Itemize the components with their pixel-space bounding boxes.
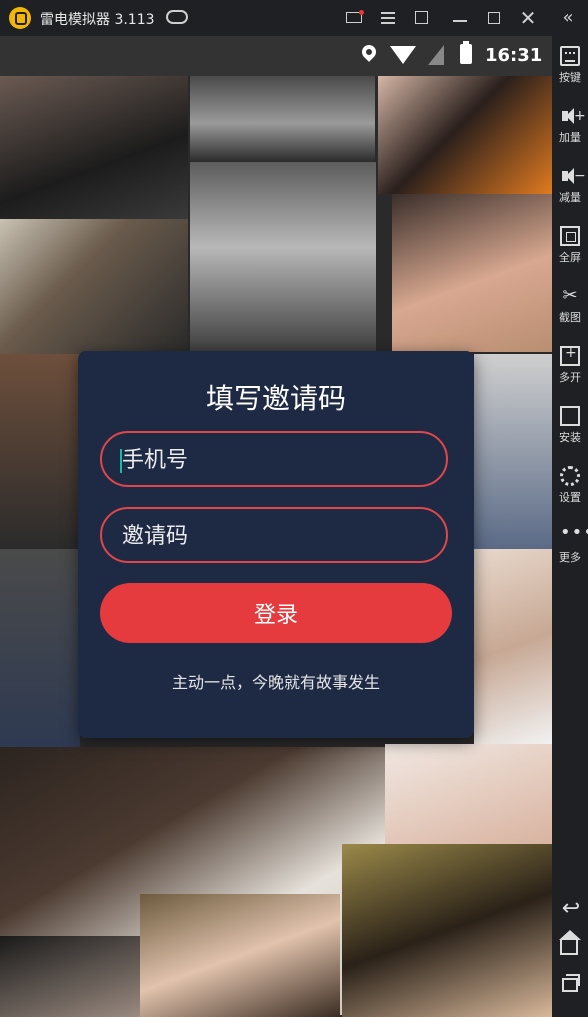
- slogan-text: 主动一点，今晚就有故事发生: [171, 673, 380, 692]
- sidebar-item-more[interactable]: ••• 更多: [552, 522, 588, 565]
- apk-install-icon: [560, 406, 580, 426]
- sidebar-item-label: 设置: [559, 491, 581, 504]
- status-time: 16:31: [485, 45, 543, 66]
- wifi-icon: [390, 46, 416, 64]
- sidebar-item-label: 加量: [559, 131, 581, 144]
- back-icon[interactable]: ↩: [560, 898, 582, 920]
- sidebar-item-label: 全屏: [559, 251, 581, 264]
- recent-apps-icon[interactable]: [562, 974, 580, 992]
- emulator-sidebar: 按键 + 加量 − 减量 全屏 ✂ 截图 多开 安装 设置 ••• 更多 ↩: [552, 36, 588, 1017]
- sidebar-item-label: 截图: [559, 311, 581, 324]
- login-button[interactable]: 登录: [100, 583, 452, 643]
- photo-tile: [385, 744, 552, 844]
- dialog-title: 填写邀请码: [205, 382, 346, 415]
- sidebar-item-volume-down[interactable]: − 减量: [552, 166, 588, 205]
- sidebar-item-label: 安装: [559, 431, 581, 444]
- sidebar-item-label: 多开: [559, 371, 581, 384]
- photo-tile: [0, 76, 188, 219]
- photo-tile: [190, 162, 376, 352]
- mail-icon[interactable]: [344, 8, 364, 28]
- collapse-icon[interactable]: «: [558, 8, 578, 28]
- invite-code-field[interactable]: [100, 507, 448, 563]
- photo-tile: [392, 194, 552, 352]
- photo-tile: [140, 894, 340, 1017]
- sidebar-item-settings[interactable]: 设置: [552, 466, 588, 505]
- photo-tile: [0, 219, 188, 354]
- photo-tile: [0, 549, 80, 747]
- signal-icon: [428, 45, 444, 65]
- sidebar-item-label: 按键: [559, 71, 581, 84]
- volume-down-icon: −: [560, 166, 586, 186]
- close-icon[interactable]: ✕: [518, 8, 538, 28]
- photo-tile: [474, 549, 552, 744]
- sidebar-item-fullscreen[interactable]: 全屏: [552, 226, 588, 265]
- logo-icon: [9, 7, 31, 29]
- battery-icon: [460, 41, 472, 64]
- photo-tile: [378, 76, 552, 194]
- menu-icon[interactable]: [378, 8, 398, 28]
- photo-tile: [0, 936, 140, 1017]
- minimize-icon[interactable]: [450, 8, 470, 28]
- location-icon: [359, 42, 379, 62]
- photo-tile: [474, 354, 552, 549]
- volume-up-icon: +: [560, 106, 586, 126]
- export-icon[interactable]: [412, 8, 432, 28]
- app-title: 雷电模拟器 3.113: [40, 12, 155, 28]
- invite-code-input[interactable]: [120, 509, 424, 563]
- sidebar-item-label: 减量: [559, 191, 581, 204]
- sidebar-item-multi-instance[interactable]: 多开: [552, 345, 588, 385]
- sidebar-item-volume-up[interactable]: + 加量: [552, 106, 588, 145]
- sidebar-item-install[interactable]: 安装: [552, 406, 588, 445]
- home-icon[interactable]: [559, 930, 581, 955]
- photo-tile: [342, 844, 552, 1017]
- photo-tile: [0, 354, 80, 549]
- sidebar-item-screenshot[interactable]: ✂ 截图: [552, 286, 588, 325]
- emulator-title-bar: 雷电模拟器 3.113 ✕ «: [0, 0, 588, 36]
- scissors-icon: ✂: [562, 285, 578, 306]
- phone-field[interactable]: [100, 431, 448, 487]
- sidebar-item-keymap[interactable]: 按键: [552, 46, 588, 85]
- photo-tile: [190, 76, 375, 162]
- gear-icon: [560, 466, 580, 486]
- phone-input[interactable]: [120, 433, 424, 487]
- invite-code-dialog: 填写邀请码 登录 主动一点，今晚就有故事发生: [78, 351, 474, 738]
- fullscreen-icon: [560, 226, 580, 246]
- multi-instance-icon: [560, 345, 580, 366]
- maximize-icon[interactable]: [484, 8, 504, 28]
- sidebar-item-label: 更多: [559, 551, 581, 564]
- gamepad-icon[interactable]: [166, 10, 188, 24]
- keyboard-icon: [560, 46, 580, 66]
- more-icon: •••: [560, 522, 588, 543]
- status-bar: 16:31: [0, 36, 552, 76]
